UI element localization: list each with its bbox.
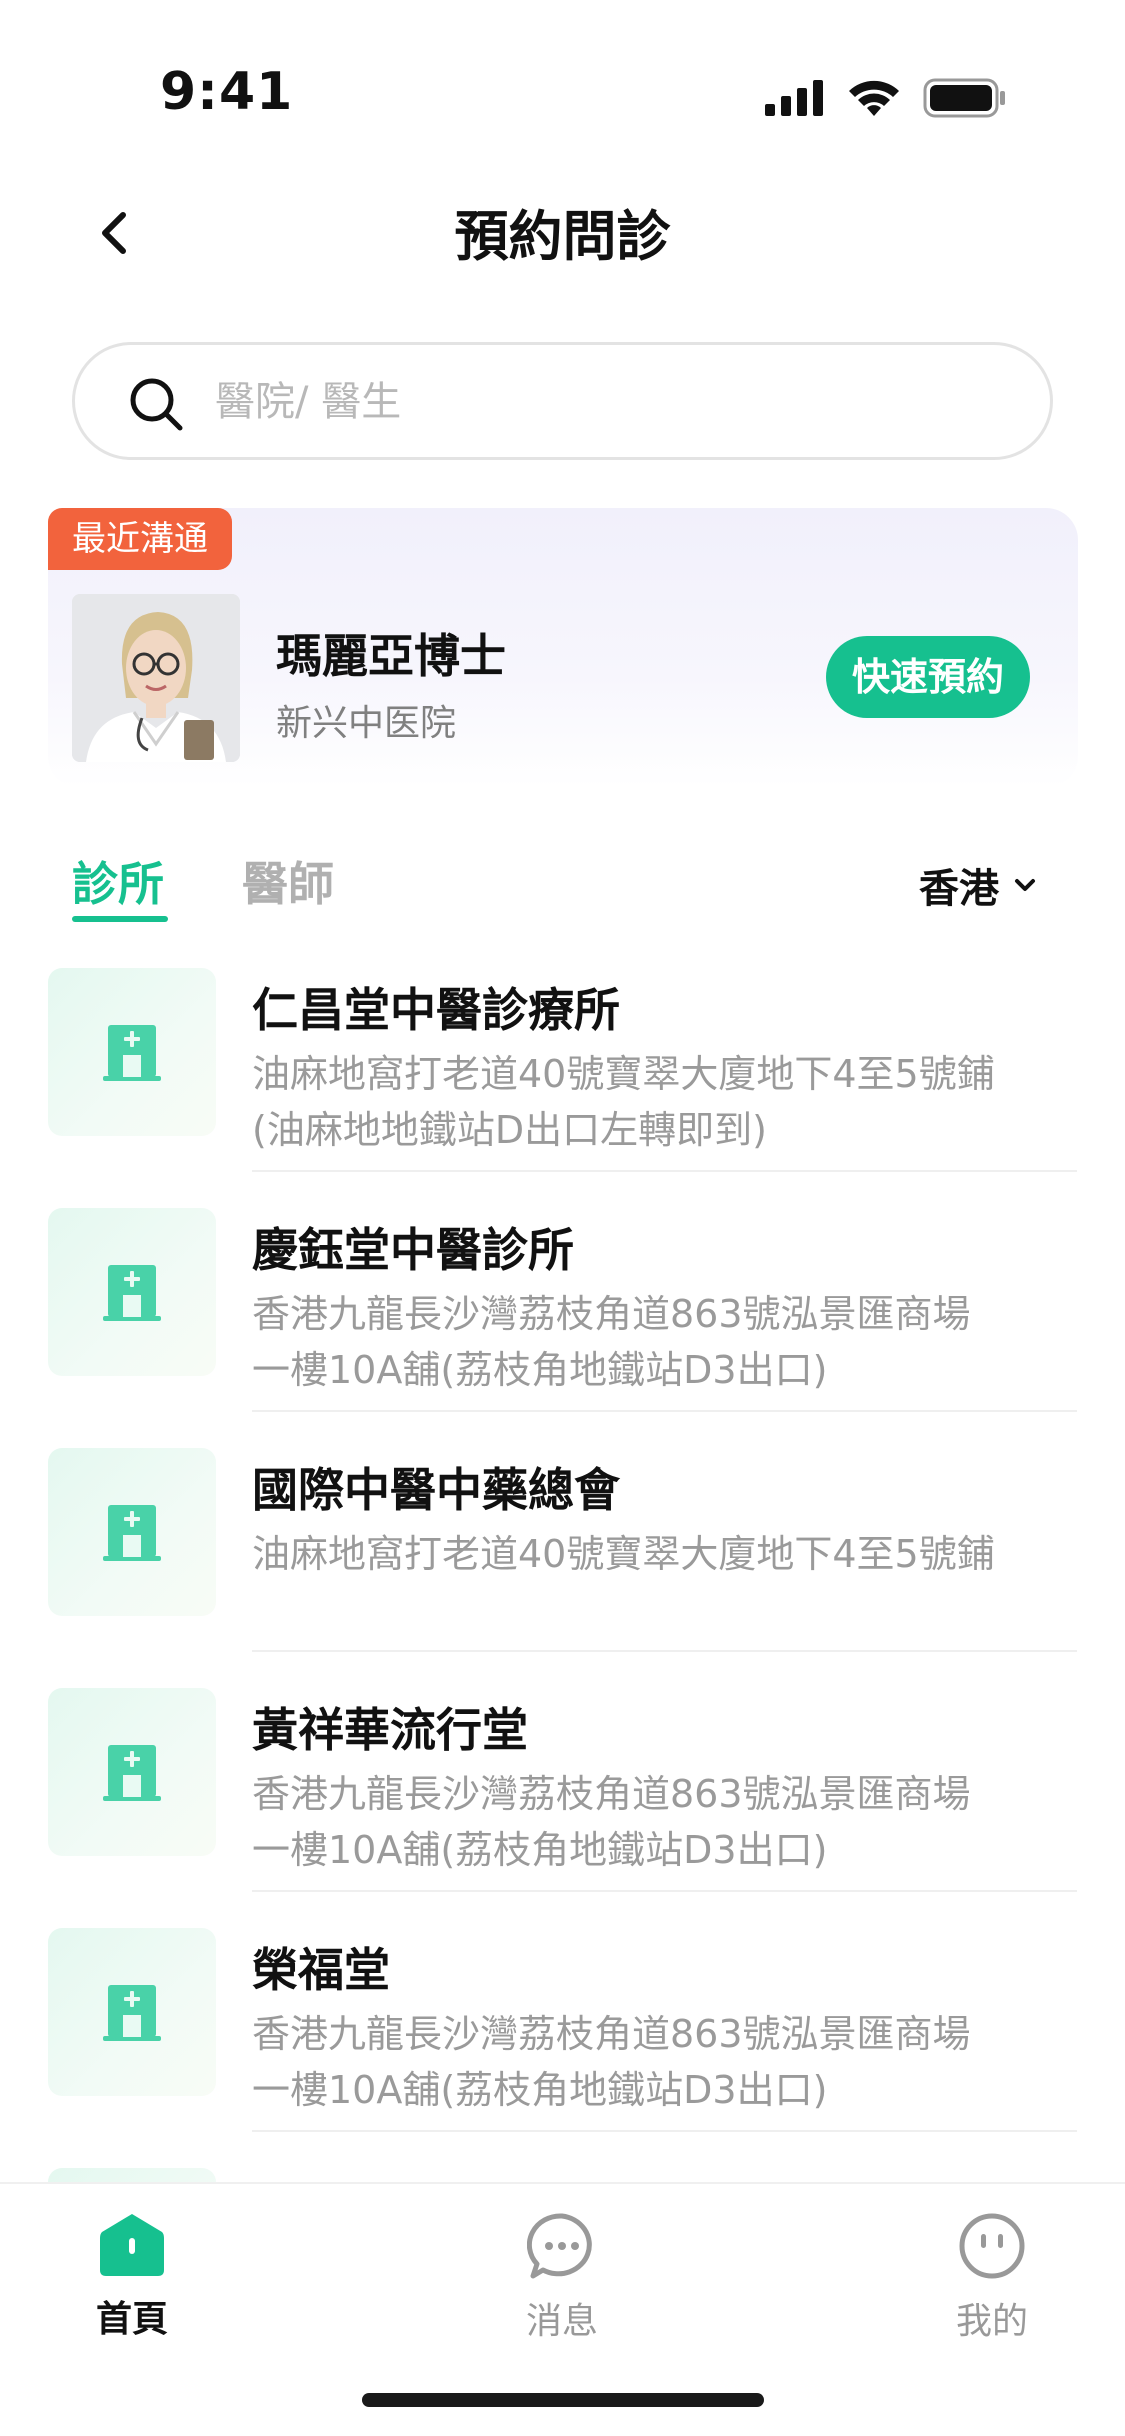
doctor-hospital: 新兴中医院 [276, 703, 457, 744]
clinic-building-icon [103, 1025, 161, 1081]
clinic-address: 香港九龍長沙灣荔枝角道863號泓景匯商場 一樓10A舖(荔枝角地鐵站D3出口) [252, 1286, 1072, 1398]
search-icon [130, 378, 183, 431]
tab-doctors[interactable]: 醫師 [242, 848, 334, 914]
recent-doctor-card[interactable]: 最近溝通 瑪麗亞博士 新兴中医院 快速預約 [48, 508, 1078, 788]
clinic-address-line: 一樓10A舖(荔枝角地鐵站D3出口) [252, 1828, 828, 1872]
clinic-address-line: 油麻地窩打老道40號寶翠大廈地下4至5號鋪 [252, 1052, 995, 1096]
recent-badge: 最近溝通 [48, 508, 232, 570]
chevron-down-icon [1015, 879, 1035, 891]
search-input[interactable] [215, 363, 995, 441]
profile-icon [959, 2213, 1025, 2279]
message-icon [527, 2213, 592, 2279]
clinic-list: 仁昌堂中醫診療所 油麻地窩打老道40號寶翠大廈地下4至5號鋪 (油麻地地鐵站D出… [0, 960, 1125, 2182]
divider [252, 1650, 1077, 1652]
page-title: 預約問診 [454, 205, 671, 268]
tab-home[interactable]: 首頁 [52, 2212, 212, 2342]
clinic-thumbnail [48, 2168, 216, 2182]
clinic-thumbnail [48, 1448, 216, 1616]
wifi-icon [849, 80, 899, 116]
status-icons [765, 78, 1007, 118]
quick-book-button[interactable]: 快速預約 [825, 636, 1030, 718]
divider [252, 1170, 1077, 1172]
region-select[interactable]: 香港 [919, 856, 1037, 914]
clinic-building-icon [103, 1265, 161, 1321]
clinic-name: 仁昌堂中醫診療所 [252, 983, 620, 1037]
clinic-address: 香港九龍長沙灣荔枝角道863號泓景匯商場 一樓10A舖(荔枝角地鐵站D3出口) [252, 2006, 1072, 2118]
clinic-name: 慶鈺堂中醫診所 [252, 1223, 574, 1277]
region-label: 香港 [919, 866, 999, 912]
status-time: 9:41 [160, 62, 294, 122]
tab-profile[interactable]: 我的 [912, 2212, 1072, 2344]
home-icon [100, 2214, 164, 2276]
clinic-list-item-partial[interactable] [0, 2160, 1125, 2182]
clinic-thumbnail [48, 968, 216, 1136]
tab-profile-label: 我的 [955, 2301, 1028, 2342]
tab-bar: 診所 醫師 香港 [0, 840, 1125, 940]
tab-messages-label: 消息 [525, 2301, 598, 2342]
divider [252, 1890, 1077, 1892]
tab-active-indicator [72, 916, 168, 922]
clinic-address: 香港九龍長沙灣荔枝角道863號泓景匯商場 一樓10A舖(荔枝角地鐵站D3出口) [252, 1766, 1072, 1878]
clinic-name: 黃祥華流行堂 [252, 1703, 528, 1757]
clinic-list-item[interactable]: 慶鈺堂中醫診所 香港九龍長沙灣荔枝角道863號泓景匯商場 一樓10A舖(荔枝角地… [0, 1200, 1125, 1440]
appointment-page: 9:41 預約問診 醫院/ 醫生 最近溝通 瑪麗亞博士 新兴中医院 快速預約 診… [0, 0, 1125, 2436]
clinic-list-item[interactable]: 榮福堂 香港九龍長沙灣荔枝角道863號泓景匯商場 一樓10A舖(荔枝角地鐵站D3… [0, 1920, 1125, 2160]
doctor-name: 瑪麗亞博士 [276, 629, 506, 683]
clinic-address: 油麻地窩打老道40號寶翠大廈地下4至5號鋪 (油麻地地鐵站D出口左轉即到) [252, 1046, 1072, 1158]
status-bar: 9:41 [0, 0, 1125, 150]
clinic-address: 油麻地窩打老道40號寶翠大廈地下4至5號鋪 [252, 1526, 1072, 1582]
clinic-thumbnail [48, 1688, 216, 1856]
home-indicator [362, 2393, 764, 2407]
clinic-address-line: 一樓10A舖(荔枝角地鐵站D3出口) [252, 2068, 828, 2112]
tab-home-label: 首頁 [95, 2299, 168, 2340]
clinic-name: 榮福堂 [252, 1943, 390, 1997]
doctor-avatar [72, 594, 240, 762]
cellular-signal-icon [765, 80, 823, 116]
clinic-building-icon [103, 1745, 161, 1801]
clinic-list-item[interactable]: 黃祥華流行堂 香港九龍長沙灣荔枝角道863號泓景匯商場 一樓10A舖(荔枝角地鐵… [0, 1680, 1125, 1920]
clinic-address-line: 油麻地窩打老道40號寶翠大廈地下4至5號鋪 [252, 1532, 995, 1576]
clinic-list-item[interactable]: 仁昌堂中醫診療所 油麻地窩打老道40號寶翠大廈地下4至5號鋪 (油麻地地鐵站D出… [0, 960, 1125, 1200]
clinic-thumbnail [48, 1928, 216, 2096]
battery-icon [923, 78, 1005, 118]
divider [252, 1410, 1077, 1412]
clinic-address-line: (油麻地地鐵站D出口左轉即到) [252, 1108, 767, 1152]
clinic-building-icon [103, 1985, 161, 2041]
tab-messages[interactable]: 消息 [482, 2212, 642, 2344]
clinic-address-line: 香港九龍長沙灣荔枝角道863號泓景匯商場 [252, 1292, 971, 1336]
clinic-list-item[interactable]: 國際中醫中藥總會 油麻地窩打老道40號寶翠大廈地下4至5號鋪 [0, 1440, 1125, 1680]
doctor-portrait [72, 594, 240, 762]
clinic-address-line: 一樓10A舖(荔枝角地鐵站D3出口) [252, 1348, 828, 1392]
clinic-address-line: 香港九龍長沙灣荔枝角道863號泓景匯商場 [252, 1772, 971, 1816]
clinic-address-line: 香港九龍長沙灣荔枝角道863號泓景匯商場 [252, 2012, 971, 2056]
search-box[interactable] [72, 342, 1053, 460]
clinic-building-icon [103, 1505, 161, 1561]
nav-header: 預約問診 [0, 170, 1125, 290]
divider [252, 2130, 1077, 2132]
tab-clinics[interactable]: 診所 [72, 848, 164, 914]
clinic-name: 國際中醫中藥總會 [252, 1463, 620, 1517]
clinic-thumbnail [48, 1208, 216, 1376]
